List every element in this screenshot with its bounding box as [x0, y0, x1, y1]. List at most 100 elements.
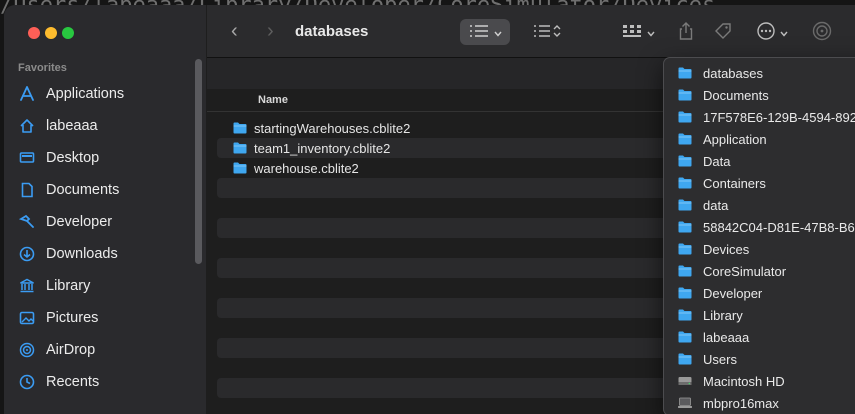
clock-icon	[18, 373, 36, 391]
path-menu-item[interactable]: 17F578E6-129B-4594-8924-7FE0341F63E8	[678, 107, 855, 127]
path-menu-item-label: labeaaa	[703, 329, 750, 345]
chevron-down-icon	[779, 25, 788, 40]
folder-icon	[678, 243, 692, 255]
sidebar-item-desktop[interactable]: Desktop	[18, 146, 198, 170]
forward-button[interactable]: ›	[267, 20, 274, 43]
sidebar-item-label: Applications	[46, 86, 125, 102]
favorites-section-title: Favorites	[18, 62, 67, 74]
share-button[interactable]	[674, 19, 698, 45]
path-menu-item-label: Application	[703, 131, 767, 147]
path-menu-item-label: Documents	[703, 87, 769, 103]
path-menu-item[interactable]: Data	[678, 151, 855, 171]
path-menu-item-label: mbpro16max	[703, 395, 779, 411]
path-menu-item-label: Data	[703, 153, 731, 169]
folder-icon	[233, 162, 247, 174]
airdrop-icon	[812, 21, 832, 44]
disk-icon	[678, 375, 692, 387]
path-menu-item-label: Users	[703, 351, 737, 367]
home-folder-icon	[678, 331, 692, 343]
path-menu-item-label: Library	[703, 307, 743, 323]
folder-icon	[678, 265, 692, 277]
finder-window: Favorites Applications labeaaa Desktop D…	[4, 5, 855, 414]
sort-button[interactable]	[527, 19, 567, 45]
folder-icon	[678, 67, 692, 79]
path-menu-item-label: data	[703, 197, 729, 213]
sidebar-item-airdrop[interactable]: AirDrop	[18, 338, 198, 362]
download-icon	[18, 245, 36, 263]
sidebar-item-recents[interactable]: Recents	[18, 370, 198, 394]
sidebar-item-label: Library	[46, 278, 91, 294]
path-menu-item[interactable]: Application	[678, 129, 855, 149]
applications-icon	[18, 85, 36, 103]
sidebar-item-label: Desktop	[46, 150, 100, 166]
back-button[interactable]: ‹	[231, 20, 238, 43]
minimize-button[interactable]	[45, 27, 57, 39]
sidebar-item-labeaaa[interactable]: labeaaa	[18, 114, 198, 138]
tag-button[interactable]	[710, 19, 736, 45]
main-pane: ‹ › databases Name startingWarehouses.cb…	[207, 5, 855, 414]
list-view-icon	[469, 24, 489, 41]
sidebar-item-label: Documents	[46, 182, 120, 198]
path-menu-item[interactable]: Library	[678, 305, 855, 325]
window-title: databases	[295, 23, 369, 40]
path-menu-item[interactable]: data	[678, 195, 855, 215]
airdrop-button[interactable]	[810, 19, 834, 45]
sidebar-item-developer[interactable]: Developer	[18, 210, 198, 234]
folder-icon	[678, 221, 692, 233]
grid-icon	[622, 24, 642, 41]
file-name: warehouse.cblite2	[254, 160, 359, 176]
home-icon	[18, 117, 36, 135]
folder-icon	[678, 287, 692, 299]
path-menu-item[interactable]: Developer	[678, 283, 855, 303]
folder-icon	[678, 89, 692, 101]
path-menu-item-label: Developer	[703, 285, 763, 301]
sidebar-item-label: Pictures	[46, 310, 99, 326]
toolbar: ‹ › databases	[207, 5, 855, 58]
path-menu-item-label: Devices	[703, 241, 750, 257]
column-header-name[interactable]: Name	[258, 94, 288, 106]
library-folder-icon	[678, 309, 692, 321]
path-menu-item[interactable]: CoreSimulator	[678, 261, 855, 281]
library-icon	[18, 277, 36, 295]
sidebar-item-applications[interactable]: Applications	[18, 82, 198, 106]
sidebar-item-downloads[interactable]: Downloads	[18, 242, 198, 266]
sidebar-item-pictures[interactable]: Pictures	[18, 306, 198, 330]
path-menu-item[interactable]: mbpro16max	[678, 393, 855, 413]
path-menu-item[interactable]: databases	[678, 63, 855, 83]
more-icon	[756, 21, 775, 43]
folder-icon	[678, 111, 692, 123]
path-menu-item-label: databases	[703, 65, 763, 81]
sidebar-item-label: labeaaa	[46, 118, 98, 134]
folder-icon	[233, 142, 247, 154]
document-icon	[18, 181, 36, 199]
chevron-down-icon	[493, 25, 502, 40]
path-menu-item-label: 58842C04-D81E-47B8-B61C-46F56D0AAD83	[703, 219, 855, 235]
zoom-button[interactable]	[62, 27, 74, 39]
pictures-icon	[18, 309, 36, 327]
group-button[interactable]	[615, 19, 661, 45]
folder-icon	[678, 155, 692, 167]
action-button[interactable]	[752, 19, 792, 45]
sidebar-item-documents[interactable]: Documents	[18, 178, 198, 202]
sidebar-item-label: Recents	[46, 374, 100, 390]
close-button[interactable]	[28, 27, 40, 39]
path-menu-item[interactable]: Containers	[678, 173, 855, 193]
sidebar-item-label: AirDrop	[46, 342, 96, 358]
list-view-button[interactable]	[460, 19, 510, 45]
path-menu-item[interactable]: Documents	[678, 85, 855, 105]
sidebar-item-library[interactable]: Library	[18, 274, 198, 298]
sort-list-icon	[533, 24, 561, 41]
computer-icon	[678, 397, 692, 409]
path-menu-item-label: 17F578E6-129B-4594-8924-7FE0341F63E8	[703, 109, 855, 125]
users-folder-icon	[678, 353, 692, 365]
hammer-icon	[18, 213, 36, 231]
path-menu-item[interactable]: labeaaa	[678, 327, 855, 347]
path-menu-item[interactable]: Devices	[678, 239, 855, 259]
path-menu-item[interactable]: Macintosh HD	[678, 371, 855, 391]
folder-icon	[678, 133, 692, 145]
file-name: startingWarehouses.cblite2	[254, 120, 411, 136]
path-menu-item-label: CoreSimulator	[703, 263, 787, 279]
sidebar-scrollbar[interactable]	[195, 59, 202, 264]
path-menu-item[interactable]: Users	[678, 349, 855, 369]
path-menu-item[interactable]: 58842C04-D81E-47B8-B61C-46F56D0AAD83	[678, 217, 855, 237]
